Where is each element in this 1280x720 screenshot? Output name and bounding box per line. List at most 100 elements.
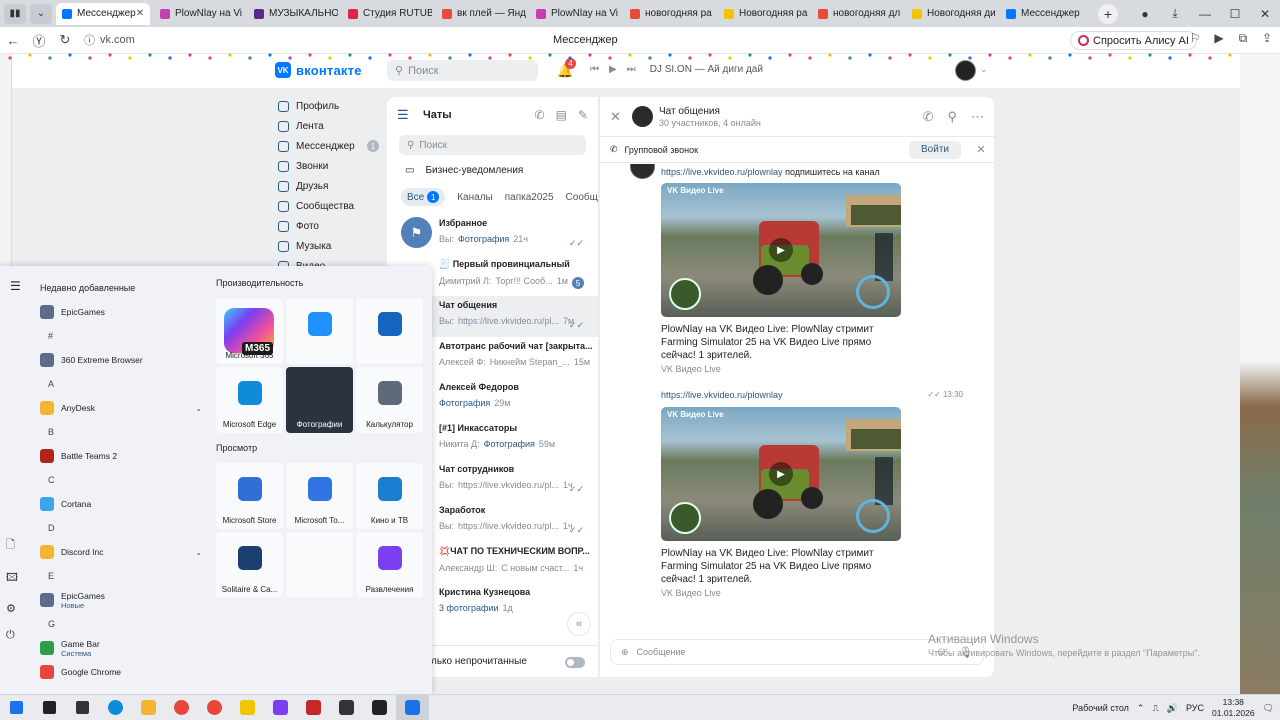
yandex-icon[interactable] [165,695,198,720]
play-icon[interactable]: ▶ [769,238,793,262]
reload-icon[interactable]: ↻ [52,32,78,48]
prev-track-icon[interactable]: ⏮ [590,64,599,75]
video-description[interactable]: PlowNlay на VK Видео Live: PlowNlay стри… [661,547,901,586]
left-menu-item[interactable]: Мессенджер 1 [278,136,383,156]
play-track-icon[interactable]: ▶ [609,64,617,75]
settings-gear-icon[interactable]: ⚙ [6,602,18,615]
network-icon[interactable]: ⎍ [1152,703,1158,714]
user-avatar[interactable] [955,60,976,81]
new-tab-button[interactable]: + [1098,3,1118,24]
app-group-letter[interactable]: D [40,516,210,540]
compose-icon[interactable]: ✎ [578,108,588,122]
app-group-letter[interactable]: E [40,564,210,588]
tab-menu-chevron-icon[interactable]: ⌄ [30,3,52,24]
browser-tab[interactable]: Новогодняя ра [718,3,808,25]
app-list-item[interactable]: Cortana [40,492,210,516]
join-call-button[interactable]: Войти [909,140,961,159]
more-icon[interactable]: ⋯ [971,109,984,125]
video-preview[interactable]: VK Видео Live ▶ [661,183,901,317]
browser-tab[interactable]: новогодняя дл [812,3,902,25]
unread-only-toggle[interactable] [565,657,585,668]
pinned-tile[interactable] [286,298,353,364]
pinned-tile[interactable]: Кино и ТВ [356,463,423,529]
url-field[interactable]: ⓘ vk.com [84,32,135,48]
pictures-icon[interactable]: 🖾 [6,569,18,588]
left-menu-item[interactable]: Лента [278,116,383,136]
pinned-tile[interactable] [286,532,353,598]
close-tab-icon[interactable]: ✕ [136,8,144,19]
chrome-icon[interactable] [198,695,231,720]
yandex-home-icon[interactable]: Ⓨ [26,31,52,50]
browser-tab[interactable]: МУЗЫКАЛЬНО [248,3,338,25]
app-purple-icon[interactable] [264,695,297,720]
archive-icon[interactable]: ▤ [556,108,567,122]
filter-channels[interactable]: Каналы [457,192,493,203]
track-title[interactable]: DJ SI.ON — Ай диги дай [650,64,763,75]
app-group-letter[interactable]: B [40,420,210,444]
chevron-down-icon[interactable]: ⌄ [195,404,202,413]
browser-tab[interactable]: PlowNlay на Vi [530,3,620,25]
business-notifications[interactable]: ▭ Бизнес-уведомления [387,155,598,182]
video-preview[interactable]: VK Видео Live ▶ [661,407,901,541]
chevron-down-icon[interactable]: ⌄ [195,548,202,557]
app-red-icon[interactable] [297,695,330,720]
power-icon[interactable]: ⏻ [6,629,18,642]
edge-icon[interactable] [99,695,132,720]
pinned-tile[interactable]: Microsoft Edge [216,367,283,433]
volume-icon[interactable]: 🔊 [1167,703,1178,714]
app-list-item[interactable]: Game Bar Система [40,636,210,660]
close-window-button[interactable]: ✕ [1250,7,1280,21]
chat-row[interactable]: ⚑ Избранное Вы: Фотография 21ч ✓✓ [387,214,598,255]
app-list-item[interactable]: Discord Inc ⌄ [40,540,210,564]
app-dark-icon[interactable] [363,695,396,720]
downloads-icon[interactable]: ⤓ [1160,6,1190,21]
filter-all[interactable]: Все 1 [401,188,446,206]
bookmark-icon[interactable]: ⚐ [1186,31,1204,46]
app-yellow-icon[interactable] [231,695,264,720]
notifications-bell-icon[interactable]: 🔔 4 [557,58,576,79]
pinned-tile[interactable] [356,298,423,364]
documents-icon[interactable]: 🗋 [6,536,18,555]
obs-icon[interactable] [330,695,363,720]
pinned-tile[interactable]: Microsoft Store [216,463,283,529]
clock[interactable]: 13:38 01.01.2026 [1212,697,1255,719]
app-group-letter[interactable]: C [40,468,210,492]
next-track-icon[interactable]: ⏭ [627,64,636,75]
vk-search-input[interactable]: ⚲ Поиск [387,60,538,81]
chevron-down-icon[interactable]: ⌄ [980,64,988,75]
search-icon[interactable] [33,695,66,720]
language-indicator[interactable]: РУС [1186,703,1204,713]
browser-tab[interactable]: новогодняя ра [624,3,714,25]
app-list-item[interactable]: EpicGames Новые [40,588,210,612]
left-menu-item[interactable]: Фото [278,216,383,236]
pinned-tile[interactable]: Калькулятор [356,367,423,433]
group-avatar[interactable] [632,106,653,127]
browser-tab[interactable]: Мессенджер [1000,3,1090,25]
app-group-letter[interactable]: A [40,372,210,396]
chevron-up-icon[interactable]: ⌃ [1137,703,1145,714]
close-icon[interactable]: ✕ [968,143,994,156]
play-icon[interactable]: ▶ [769,462,793,486]
video-description[interactable]: PlowNlay на VK Видео Live: PlowNlay стри… [661,323,901,362]
left-menu-item[interactable]: Звонки [278,156,383,176]
browser-tab[interactable]: Студия RUTUB [342,3,432,25]
taskview-icon[interactable] [66,695,99,720]
start-icon[interactable] [0,695,33,720]
browser-tab[interactable]: Мессенджер ✕ [56,2,150,25]
notifications-icon[interactable]: 🗨 [1263,703,1274,714]
pinned-tile[interactable]: Фотографии [286,367,353,433]
filter-folder[interactable]: папка2025 [505,192,554,203]
vk-logo[interactable]: VK вконтакте [275,62,362,78]
app-group-letter[interactable]: # [40,324,210,348]
conversation-info[interactable]: Чат общения 30 участников, 4 онлайн [659,106,761,128]
ask-alice-button[interactable]: Спросить Алису AI [1070,31,1197,50]
explorer-icon[interactable] [132,695,165,720]
show-desktop-label[interactable]: Рабочий стол [1072,703,1129,713]
app-list-item[interactable]: 360 Extreme Browser [40,348,210,372]
maximize-button[interactable]: ☐ [1220,7,1250,21]
browser-tab[interactable]: вк плей — Янд [436,3,526,25]
left-menu-item[interactable]: Музыка [278,236,383,256]
chat-search-input[interactable]: ⚲ Поиск [399,135,586,155]
share-icon[interactable]: ⇪ [1258,31,1276,46]
left-menu-item[interactable]: Профиль [278,96,383,116]
